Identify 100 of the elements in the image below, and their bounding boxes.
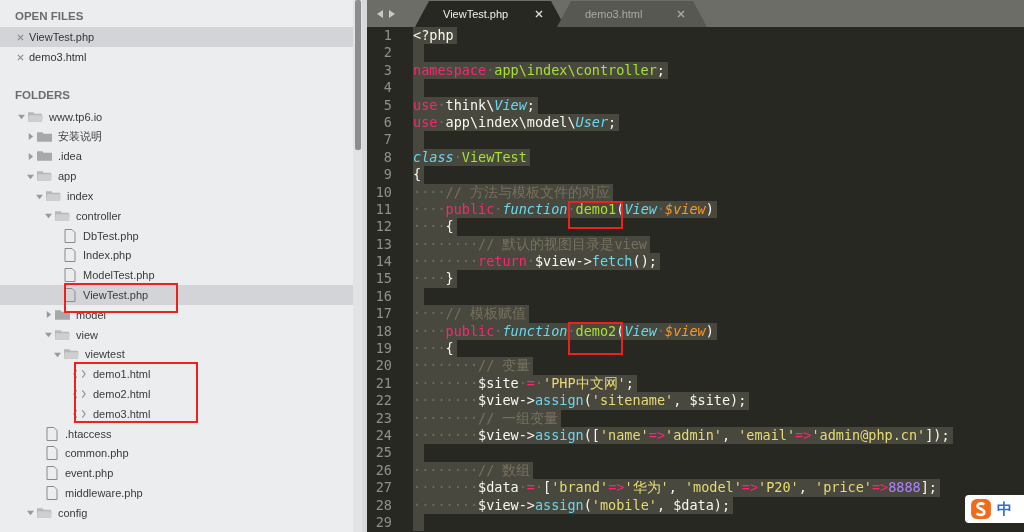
file-name: config	[58, 506, 88, 519]
tree-item[interactable]: demo2.html	[0, 384, 353, 404]
file-name: event.php	[65, 467, 114, 480]
code-icon	[73, 389, 86, 400]
expand-arrow-icon[interactable]	[27, 509, 34, 517]
line-number: 10	[374, 183, 392, 201]
line-number: 23	[374, 409, 392, 427]
file-name: demo3.html	[93, 407, 151, 420]
tree-item[interactable]: config	[0, 502, 353, 523]
tree-item[interactable]: www.tp6.io	[0, 107, 353, 127]
expand-arrow-icon[interactable]	[36, 192, 43, 200]
line-number: 22	[374, 392, 392, 410]
tree-item[interactable]: .htaccess	[0, 423, 353, 444]
scrollbar[interactable]	[353, 0, 362, 532]
tree-item[interactable]: demo1.html	[0, 364, 353, 385]
file-name: ModelTest.php	[83, 269, 155, 282]
file-name: demo1.html	[93, 368, 151, 381]
file-name: index	[67, 190, 94, 203]
file-name: ViewTest.php	[83, 289, 149, 302]
tree-item[interactable]: event.php	[0, 463, 353, 484]
file-name: app	[58, 170, 77, 183]
next-icon[interactable]	[389, 9, 395, 18]
folder-icon	[55, 308, 70, 321]
folder-icon	[55, 328, 70, 341]
line-number: 17	[374, 305, 392, 323]
tree-item[interactable]: controller	[0, 206, 353, 226]
line-number: 27	[374, 479, 392, 497]
file-name: view	[76, 328, 98, 341]
tree-item[interactable]: DbTest.php	[0, 225, 353, 246]
open-file-item[interactable]: demo3.html	[0, 47, 353, 67]
tree-item[interactable]: app	[0, 166, 353, 187]
folder-icon	[37, 150, 52, 163]
expand-arrow-icon[interactable]	[27, 172, 34, 180]
file-name: .idea	[58, 150, 82, 163]
line-number: 28	[374, 496, 392, 514]
file-icon	[46, 486, 58, 501]
line-number: 12	[374, 218, 392, 236]
file-icon	[46, 466, 58, 481]
file-name: www.tp6.io	[49, 110, 103, 123]
line-number: 14	[374, 253, 392, 271]
file-icon	[46, 446, 58, 461]
ime-logo-icon	[970, 498, 992, 520]
scroll-thumb[interactable]	[355, 0, 361, 150]
line-number: 18	[374, 322, 392, 341]
tree-item[interactable]: ViewTest.php	[0, 285, 353, 305]
highlight-frame	[568, 322, 623, 355]
folder-icon	[37, 506, 52, 519]
line-number: 26	[374, 461, 392, 480]
collapse-arrow-icon[interactable]	[45, 311, 52, 319]
tree-item[interactable]: view	[0, 324, 353, 345]
tree-item[interactable]: demo3.html	[0, 403, 353, 424]
folder-icon	[55, 209, 70, 222]
line-number: 4	[382, 79, 392, 97]
file-name: middleware.php	[65, 487, 143, 500]
input-method-badge[interactable]: 中	[965, 495, 1024, 523]
section-heading: FOLDERS	[14, 88, 71, 103]
line-number: 15	[374, 270, 392, 288]
code-icon	[73, 369, 86, 380]
tree-item[interactable]: Index.php	[0, 245, 353, 266]
tree-item[interactable]: .idea	[0, 146, 353, 167]
file-name: controller	[76, 209, 122, 222]
file-name: Index.php	[83, 249, 132, 262]
tree-item[interactable]: viewtest	[0, 344, 353, 365]
folder-icon	[37, 130, 52, 143]
line-number: 21	[374, 374, 392, 393]
line-number: 11	[374, 200, 392, 219]
line-number: 16	[374, 287, 392, 306]
line-number: 7	[382, 131, 392, 149]
file-name: .htaccess	[65, 427, 112, 440]
line-number: 13	[374, 235, 392, 254]
expand-arrow-icon[interactable]	[45, 212, 52, 220]
line-number: 20	[374, 357, 392, 375]
line-number: 24	[374, 427, 392, 445]
tree-item[interactable]: ModelTest.php	[0, 265, 353, 286]
file-name: viewtest	[85, 348, 125, 361]
expand-arrow-icon[interactable]	[45, 331, 52, 339]
tree-item[interactable]: index	[0, 186, 353, 206]
file-name: demo3.html	[29, 51, 87, 63]
tree-item[interactable]: middleware.php	[0, 483, 353, 503]
tree-item[interactable]: 安装说明	[0, 126, 353, 147]
line-number: 6	[382, 113, 392, 132]
previous-icon[interactable]	[377, 9, 383, 18]
file-name: ViewTest.php	[29, 31, 95, 43]
folder-icon	[46, 190, 61, 203]
line-number: 5	[382, 96, 392, 114]
file-name: 安装说明	[58, 129, 102, 145]
open-file-item[interactable]: ViewTest.php	[0, 27, 353, 47]
highlight-frame	[568, 201, 623, 229]
line-number: 3	[382, 61, 392, 80]
line-number: 9	[382, 166, 392, 184]
line-number: 25	[374, 444, 392, 462]
collapse-arrow-icon[interactable]	[27, 133, 34, 141]
section-heading: OPEN FILES	[14, 9, 85, 24]
file-name: demo2.html	[93, 388, 151, 401]
folder-icon	[64, 348, 79, 361]
expand-arrow-icon[interactable]	[18, 113, 25, 121]
line-number: 2	[382, 44, 392, 62]
expand-arrow-icon[interactable]	[54, 350, 61, 358]
tree-item[interactable]: common.php	[0, 443, 353, 464]
collapse-arrow-icon[interactable]	[27, 153, 34, 160]
